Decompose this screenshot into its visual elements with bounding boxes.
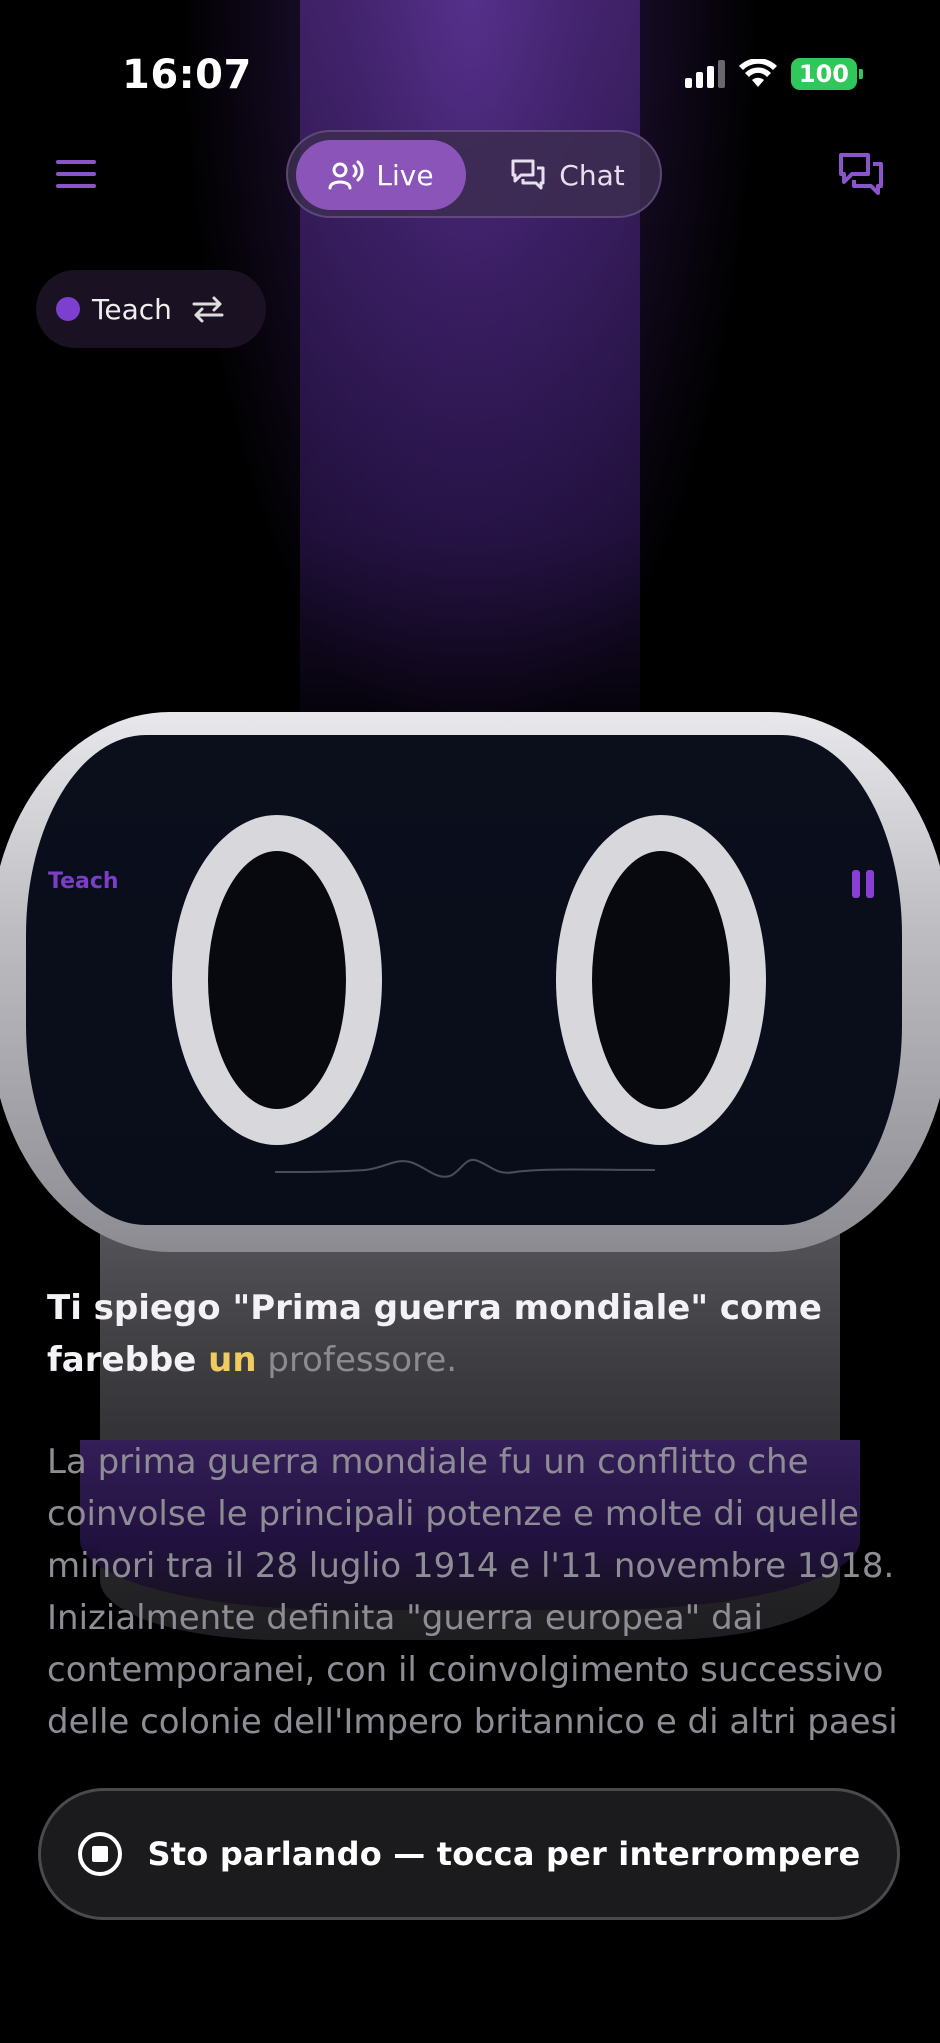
voice-person-icon [328,160,364,190]
battery-indicator: 100 [790,58,864,90]
purple-light-core [300,0,640,760]
conversations-icon[interactable] [838,152,884,196]
robot-left-eye [172,815,382,1145]
pause-icon[interactable] [852,870,874,898]
response-body: La prima guerra mondiale fu un conflitto… [47,1442,898,1756]
swap-arrows-icon [192,296,224,323]
mode-segmented-control: Live Chat [286,130,662,218]
status-time: 16:07 [122,52,252,98]
tab-live-label: Live [376,158,434,192]
wifi-icon [738,59,777,87]
tab-live[interactable]: Live [296,140,466,210]
visor-mode-label: Teach [48,869,119,894]
tab-chat[interactable]: Chat [488,140,648,210]
robot-mouth-waveform [275,1158,655,1178]
tab-chat-label: Chat [559,158,625,192]
stop-icon [77,1832,122,1876]
mode-switch-chip[interactable]: Teach [36,270,266,348]
robot-right-eye [556,815,766,1145]
response-headline: Ti spiego "Prima guerra mondiale" come f… [47,1282,897,1386]
signal-icon [684,60,725,88]
mode-chip-label: Teach [92,292,172,326]
menu-icon[interactable] [56,160,96,188]
stop-speaking-button[interactable]: Sto parlando — tocca per interrompere [38,1788,900,1920]
chat-bubbles-icon [511,159,545,190]
headline-pending-text: professore. [256,1340,458,1380]
headline-highlight-word: un [208,1340,257,1380]
mode-dot [56,297,80,321]
status-icons: 100 [684,58,864,90]
stop-speaking-label: Sto parlando — tocca per interrompere [147,1835,861,1873]
